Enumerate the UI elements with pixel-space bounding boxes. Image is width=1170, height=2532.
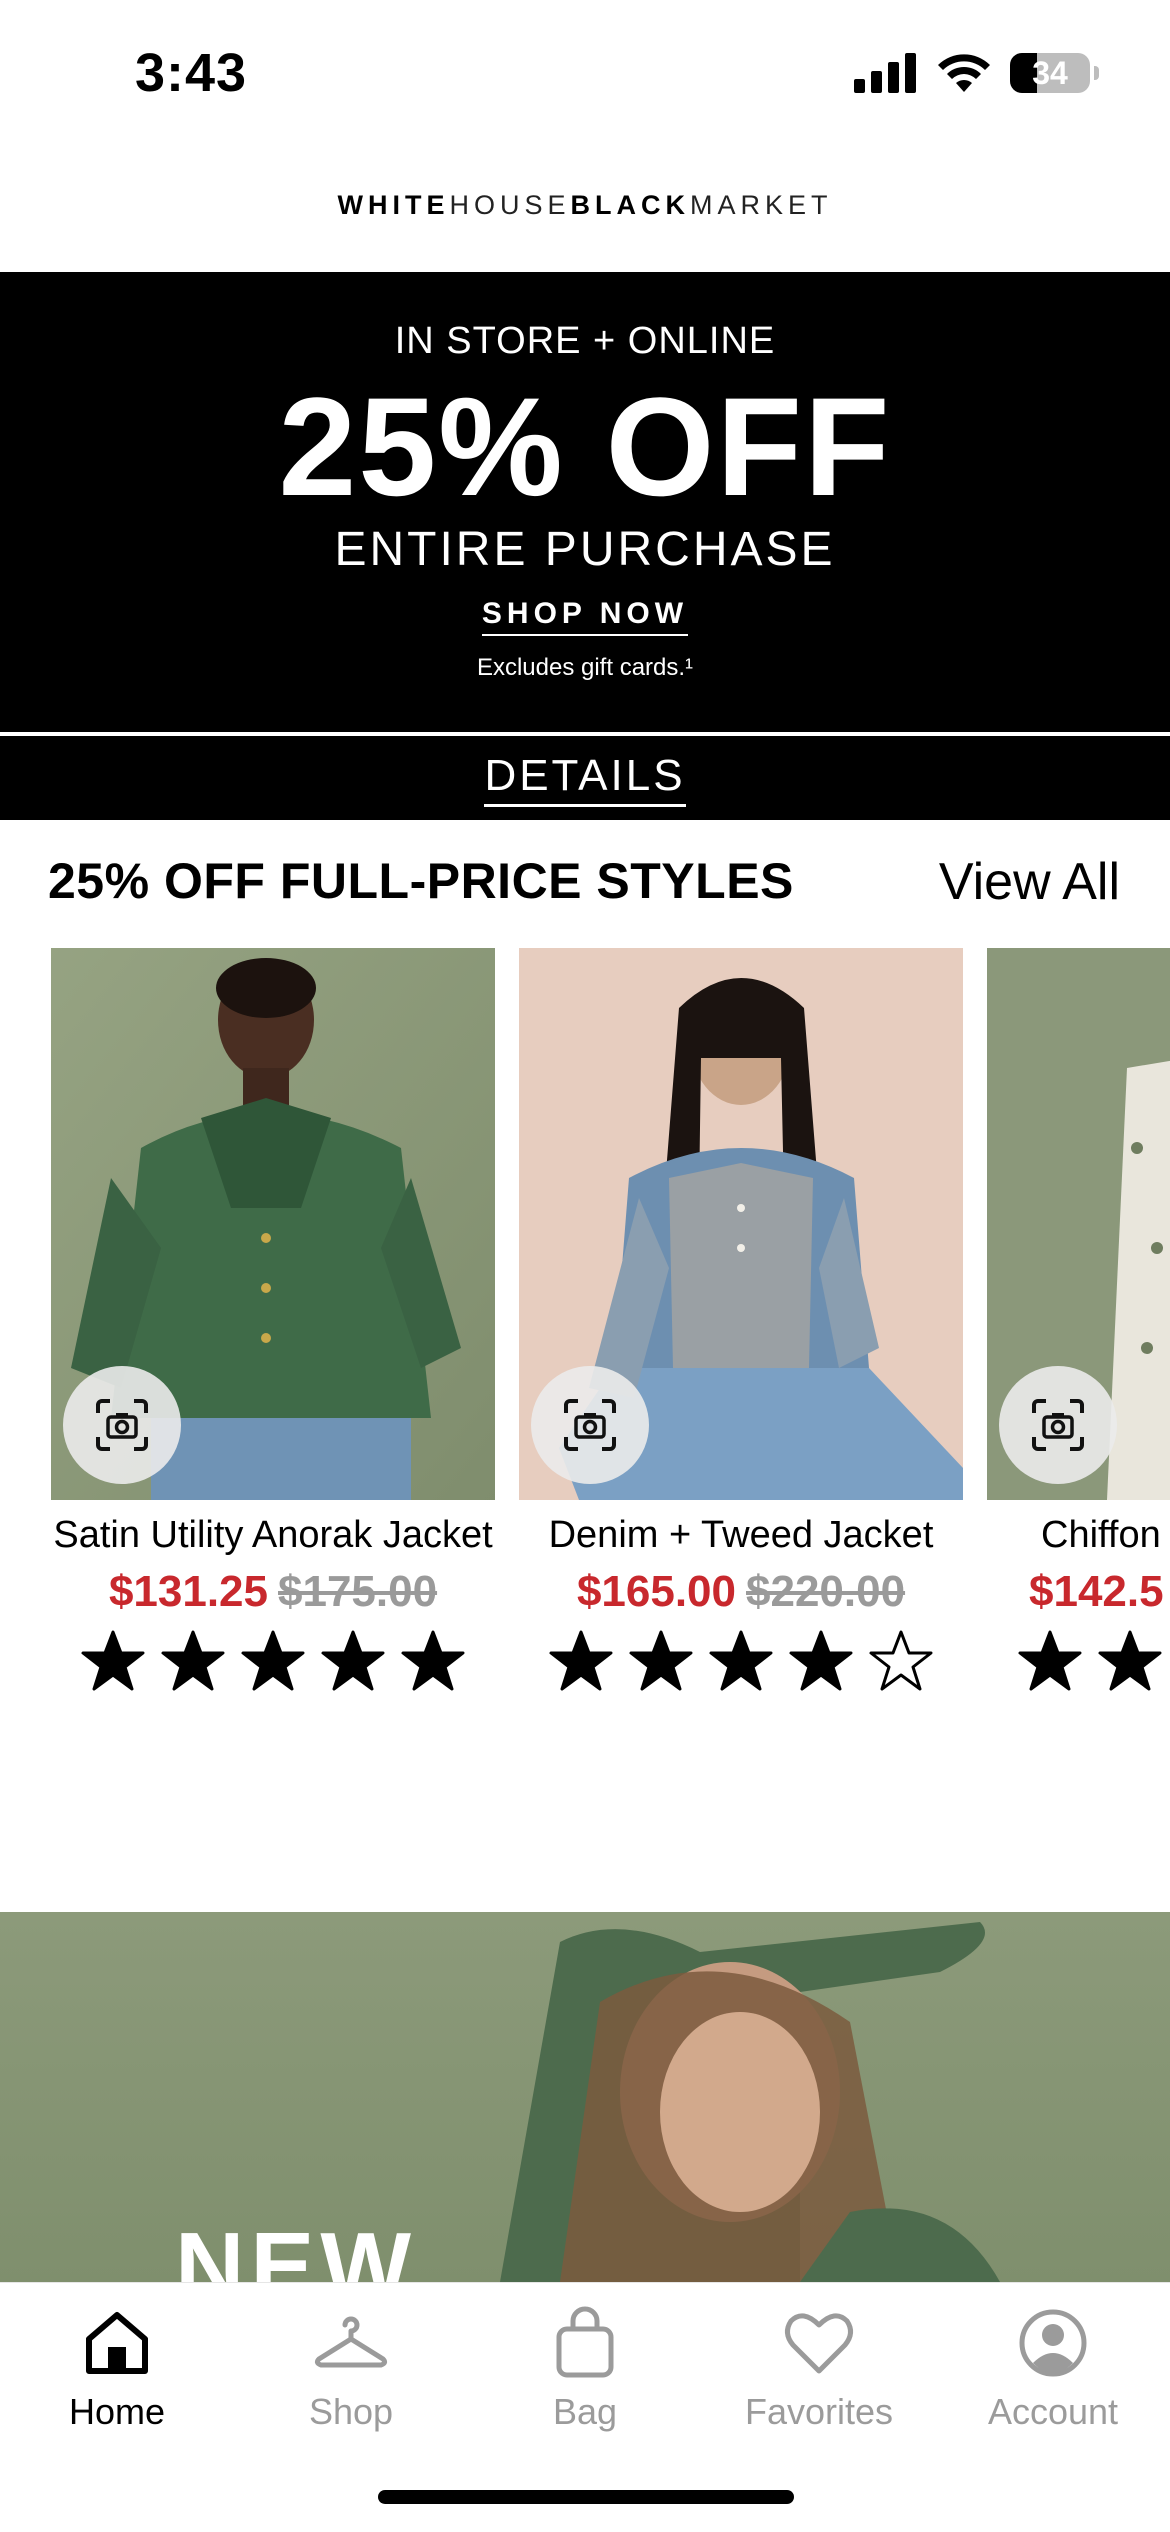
tab-home[interactable]: Home [0, 2303, 234, 2433]
wifi-icon [938, 54, 990, 92]
product-card[interactable]: Denim + Tweed Jacket $165.00 $220.00 [519, 948, 963, 1695]
account-icon [1019, 2309, 1087, 2377]
star-filled-icon [161, 1630, 225, 1691]
visual-search-button[interactable] [531, 1366, 649, 1484]
visual-search-button[interactable] [999, 1366, 1117, 1484]
details-link[interactable]: DETAILS [484, 750, 686, 807]
promo-headline: 25% OFF [278, 368, 892, 525]
product-image[interactable] [987, 948, 1170, 1500]
status-time: 3:43 [135, 43, 248, 103]
star-rating [519, 1629, 963, 1695]
brand-word-4: MARKET [690, 190, 833, 220]
promo-subline: ENTIRE PURCHASE [334, 523, 836, 576]
app-screen: 3:43 34 WHITEHOUSEBLACKMARKET IN STORE +… [0, 0, 1170, 2532]
product-name[interactable]: Denim + Tweed Jacket [519, 1514, 963, 1557]
star-filled-icon [1098, 1630, 1162, 1691]
cellular-signal-icon [854, 53, 916, 93]
tab-shop[interactable]: Shop [234, 2303, 468, 2433]
tab-favorites[interactable]: Favorites [702, 2303, 936, 2433]
star-filled-icon [321, 1630, 385, 1691]
brand-word-1: WHITE [337, 190, 450, 220]
star-filled-icon [1018, 1630, 1082, 1691]
brand-logo[interactable]: WHITEHOUSEBLACKMARKET [0, 190, 1170, 221]
hero-headline: NEW [175, 2213, 417, 2282]
product-image[interactable] [51, 948, 495, 1500]
star-filled-icon [549, 1630, 613, 1691]
battery-tip [1094, 66, 1099, 80]
product-prices: $165.00 $220.00 [519, 1567, 963, 1617]
tab-bag[interactable]: Bag [468, 2303, 702, 2433]
tab-shop-label: Shop [308, 2391, 394, 2432]
sale-price: $131.25 [108, 1567, 268, 1616]
brand-word-2: HOUSE [449, 190, 571, 220]
original-price: $175.00 [278, 1567, 438, 1616]
star-filled-icon [401, 1630, 465, 1691]
star-filled-icon [81, 1630, 145, 1691]
camera-scan-icon [1032, 1399, 1084, 1451]
tab-favorites-label: Favorites [744, 2391, 894, 2432]
shop-now-link[interactable]: SHOP NOW [481, 597, 689, 636]
visual-search-button[interactable] [63, 1366, 181, 1484]
view-all-link[interactable]: View All [939, 852, 1120, 912]
product-image[interactable] [519, 948, 963, 1500]
status-icons: 34 [854, 52, 1099, 94]
hanger-icon [314, 2316, 388, 2368]
star-filled-icon [241, 1630, 305, 1691]
promo-disclaimer: Excludes gift cards.¹ [476, 654, 694, 681]
product-card[interactable]: Chiffon $142.5 [987, 948, 1170, 1695]
product-prices: $131.25 $175.00 [51, 1567, 495, 1617]
shop-now-wrap: SHOP NOW [0, 597, 1170, 636]
camera-scan-icon [564, 1399, 616, 1451]
product-name[interactable]: Chiffon [987, 1514, 1170, 1557]
status-bar: 3:43 34 [0, 0, 1170, 150]
bag-icon [556, 2306, 614, 2378]
star-filled-icon [709, 1630, 773, 1691]
tab-account-label: Account [987, 2391, 1119, 2432]
heart-icon [785, 2313, 853, 2374]
sale-price: $142.5 [1029, 1567, 1164, 1616]
product-prices: $142.5 [987, 1567, 1170, 1617]
hero-banner[interactable]: NEW [0, 1912, 1170, 2282]
section-title: 25% OFF FULL-PRICE STYLES [48, 853, 794, 909]
star-filled-icon [629, 1630, 693, 1691]
brand-word-3: BLACK [570, 190, 690, 220]
home-indicator[interactable] [378, 2490, 794, 2504]
camera-scan-icon [96, 1399, 148, 1451]
tab-home-label: Home [68, 2391, 166, 2432]
tab-bag-label: Bag [552, 2391, 618, 2432]
star-filled-icon [789, 1630, 853, 1691]
tab-account[interactable]: Account [936, 2303, 1170, 2433]
promo-top-line: IN STORE + ONLINE [394, 320, 776, 362]
product-card[interactable]: Satin Utility Anorak Jacket $131.25 $175.… [51, 948, 495, 1695]
battery-percent: 34 [1032, 54, 1068, 91]
product-name[interactable]: Satin Utility Anorak Jacket [51, 1514, 495, 1557]
star-empty-icon [869, 1630, 933, 1691]
battery-indicator: 34 [1010, 53, 1099, 93]
product-carousel[interactable]: Satin Utility Anorak Jacket $131.25 $175.… [0, 948, 1170, 1768]
home-icon [86, 2312, 148, 2374]
star-rating [51, 1629, 495, 1695]
promo-banner[interactable]: IN STORE + ONLINE 25% OFF ENTIRE PURCHAS… [0, 272, 1170, 732]
details-bar[interactable]: DETAILS [0, 736, 1170, 820]
original-price: $220.00 [746, 1567, 906, 1616]
sale-price: $165.00 [576, 1567, 736, 1616]
star-rating [987, 1629, 1170, 1695]
